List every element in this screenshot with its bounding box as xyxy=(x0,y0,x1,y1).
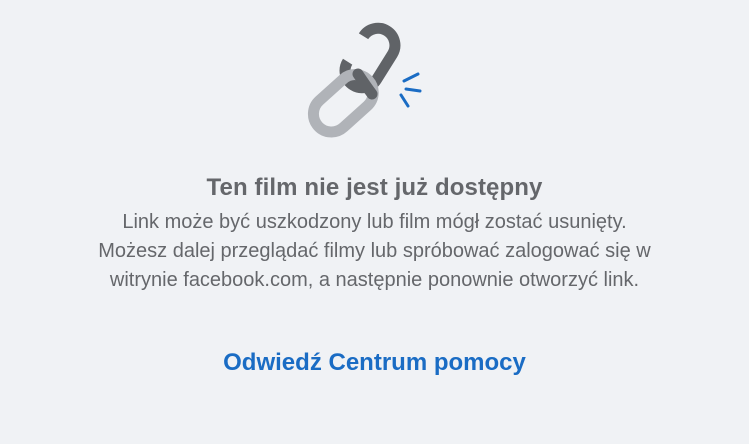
broken-link-icon xyxy=(307,22,422,138)
content-unavailable-page: Ten film nie jest już dostępny Link może… xyxy=(0,0,749,444)
page-title: Ten film nie jest już dostępny xyxy=(206,174,543,201)
spark-icon xyxy=(399,72,422,108)
chain-link-light xyxy=(307,69,379,138)
help-center-link[interactable]: Odwiedź Centrum pomocy xyxy=(0,349,749,377)
help-center-link-label[interactable]: Odwiedź Centrum pomocy xyxy=(223,349,526,376)
error-description: Link może być uszkodzony lub film mógł z… xyxy=(98,211,651,291)
